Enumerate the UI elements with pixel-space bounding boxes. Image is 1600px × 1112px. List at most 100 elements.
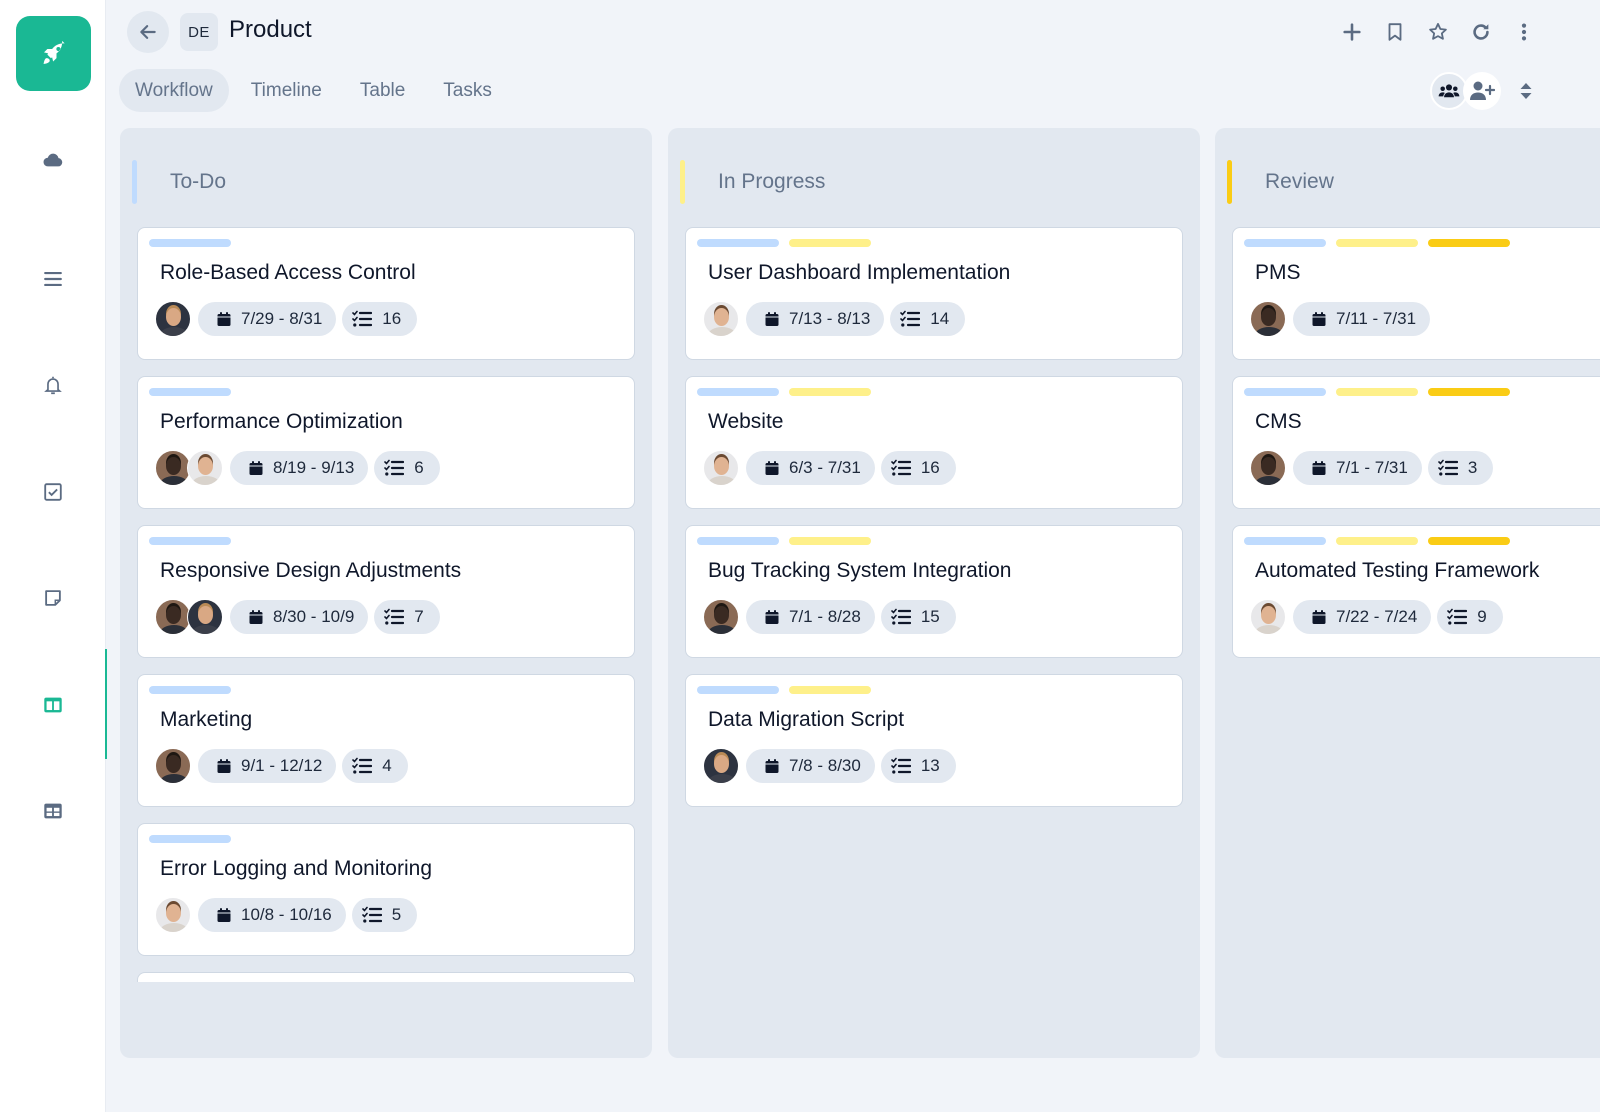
cloud-icon <box>43 153 63 167</box>
avatar[interactable] <box>1250 599 1286 635</box>
view-tabs: Workflow Timeline Table Tasks <box>119 69 508 112</box>
card-tags <box>1244 537 1510 545</box>
column-title: To-Do <box>170 170 227 193</box>
task-card[interactable]: User Dashboard Implementation 7/13 - 8/13… <box>685 227 1183 360</box>
avatar[interactable] <box>703 599 739 635</box>
calendar-icon <box>765 461 779 475</box>
sidebar-item-board[interactable] <box>0 649 107 759</box>
task-card-partial[interactable] <box>137 972 635 982</box>
avatar[interactable] <box>155 599 191 635</box>
avatar[interactable] <box>703 301 739 337</box>
column-title: In Progress <box>718 170 826 193</box>
card-meta: 7/8 - 8/30 13 <box>703 748 962 784</box>
assignee-avatars <box>703 450 739 486</box>
column-color-bar <box>132 160 137 204</box>
sidebar-item-notifications[interactable] <box>0 355 106 415</box>
sidebar-item-notes[interactable] <box>0 568 106 628</box>
task-card[interactable]: Marketing 9/1 - 12/12 4 <box>137 674 635 807</box>
rocket-icon <box>43 40 65 64</box>
favorite-button[interactable] <box>1416 16 1459 48</box>
card-title: PMS <box>1255 261 1301 284</box>
avatar[interactable] <box>703 748 739 784</box>
avatar[interactable] <box>703 450 739 486</box>
avatar[interactable] <box>155 301 191 337</box>
back-button[interactable] <box>127 11 169 53</box>
avatar[interactable] <box>155 748 191 784</box>
checklist-icon <box>891 757 911 774</box>
header-actions <box>1330 16 1545 48</box>
calendar-icon <box>249 461 263 475</box>
tab-timeline[interactable]: Timeline <box>235 69 338 112</box>
task-card[interactable]: PMS 7/11 - 7/31 <box>1232 227 1600 360</box>
card-meta: 9/1 - 12/12 4 <box>155 748 414 784</box>
sidebar-item-menu[interactable] <box>0 249 106 309</box>
date-range: 8/19 - 9/13 <box>273 458 355 477</box>
sort-button[interactable] <box>1513 78 1539 104</box>
avatar[interactable] <box>155 450 191 486</box>
task-count: 16 <box>382 309 402 328</box>
checklist-icon <box>1438 459 1458 476</box>
refresh-button[interactable] <box>1459 16 1502 48</box>
task-card[interactable]: Role-Based Access Control 7/29 - 8/31 16 <box>137 227 635 360</box>
checklist-icon <box>900 310 921 327</box>
date-range-chip: 7/1 - 8/28 <box>746 600 875 634</box>
calendar-icon <box>217 908 231 922</box>
card-meta: 7/1 - 8/28 15 <box>703 599 962 635</box>
tab-tasks[interactable]: Tasks <box>427 69 508 112</box>
calendar-icon <box>217 312 231 326</box>
task-card[interactable]: Data Migration Script 7/8 - 8/30 13 <box>685 674 1183 807</box>
card-tags <box>697 239 871 247</box>
tab-workflow[interactable]: Workflow <box>119 69 229 112</box>
task-count: 7 <box>414 607 424 626</box>
date-range-chip: 6/3 - 7/31 <box>746 451 875 485</box>
task-count-chip: 14 <box>890 302 966 336</box>
calendar-icon <box>1312 461 1326 475</box>
task-card[interactable]: Bug Tracking System Integration 7/1 - 8/2… <box>685 525 1183 658</box>
task-count-chip: 13 <box>880 749 956 783</box>
task-count-chip: 3 <box>1427 451 1494 485</box>
avatar[interactable] <box>1250 301 1286 337</box>
date-range-chip: 8/19 - 9/13 <box>230 451 369 485</box>
sidebar-item-cloud[interactable] <box>0 130 106 190</box>
task-card[interactable]: Website 6/3 - 7/31 16 <box>685 376 1183 509</box>
task-card[interactable]: CMS 7/1 - 7/31 3 <box>1232 376 1600 509</box>
assignee-avatars <box>703 301 739 337</box>
task-card[interactable]: Responsive Design Adjustments 8/30 - 10/9… <box>137 525 635 658</box>
bookmark-button[interactable] <box>1373 16 1416 48</box>
card-meta: 7/1 - 7/31 3 <box>1250 450 1499 486</box>
task-card[interactable]: Performance Optimization 8/19 - 9/13 6 <box>137 376 635 509</box>
add-button[interactable] <box>1330 16 1373 48</box>
add-member-button[interactable] <box>1463 72 1501 110</box>
status-tag <box>697 686 779 694</box>
app-logo[interactable] <box>16 16 91 91</box>
task-card[interactable]: Error Logging and Monitoring 10/8 - 10/16… <box>137 823 635 956</box>
task-count-chip: 15 <box>880 600 956 634</box>
column-header: Review <box>1227 160 1334 204</box>
status-tag <box>1428 537 1510 545</box>
assignee-avatars <box>155 450 223 486</box>
date-range: 6/3 - 7/31 <box>789 458 861 477</box>
date-range: 8/30 - 10/9 <box>273 607 355 626</box>
calendar-icon <box>765 759 779 773</box>
date-range-chip: 7/22 - 7/24 <box>1293 600 1432 634</box>
task-count-chip: 6 <box>374 451 440 485</box>
avatar[interactable] <box>187 450 223 486</box>
status-tag <box>789 388 871 396</box>
bell-icon <box>44 376 62 395</box>
sidebar-item-table[interactable] <box>0 781 106 841</box>
card-list: PMS 7/11 - 7/31 CMS 7/1 - 7/31 3 Automated Te… <box>1232 227 1600 982</box>
refresh-icon <box>1472 24 1489 40</box>
task-count: 5 <box>391 905 402 924</box>
card-meta: 7/13 - 8/13 14 <box>703 301 971 337</box>
task-count-chip: 5 <box>351 898 418 932</box>
sidebar-item-tasks[interactable] <box>0 462 106 522</box>
date-range: 9/1 - 12/12 <box>241 756 323 775</box>
task-card[interactable]: Automated Testing Framework 7/22 - 7/24 9 <box>1232 525 1600 658</box>
avatar[interactable] <box>187 599 223 635</box>
date-range-chip: 10/8 - 10/16 <box>198 898 346 932</box>
avatar[interactable] <box>1250 450 1286 486</box>
avatar[interactable] <box>155 897 191 933</box>
workspace-badge[interactable]: DE <box>180 13 218 51</box>
tab-table[interactable]: Table <box>344 69 421 112</box>
more-button[interactable] <box>1502 16 1545 48</box>
